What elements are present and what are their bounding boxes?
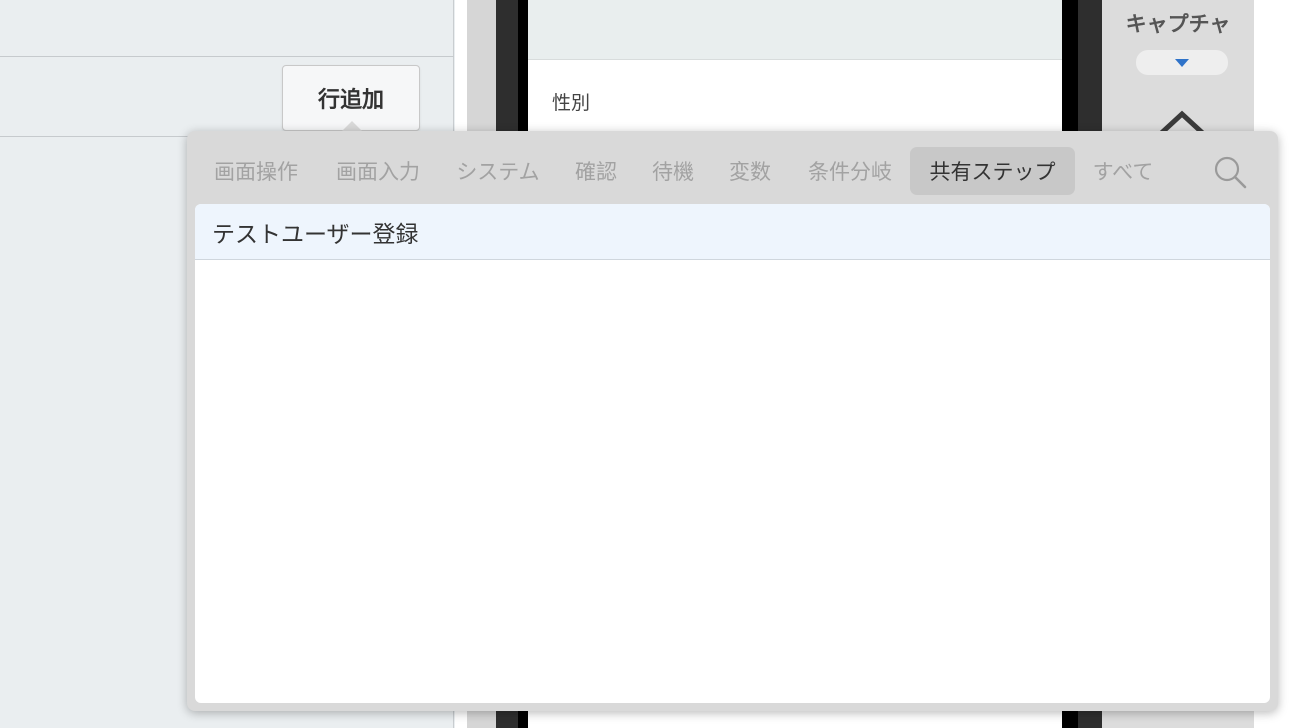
- tab-shared-steps[interactable]: 共有ステップ: [910, 147, 1075, 195]
- device-screen-header: [528, 0, 1062, 60]
- tab-screen-input[interactable]: 画面入力: [321, 147, 435, 195]
- category-tabs: 画面操作 画面入力 システム 確認 待機 変数 条件分岐 共有ステップ すべて: [187, 147, 1278, 195]
- capture-title: キャプチャ: [1125, 12, 1231, 36]
- caret-down-icon: [1175, 58, 1189, 67]
- search-icon[interactable]: [1213, 155, 1247, 189]
- tab-wait[interactable]: 待機: [639, 147, 707, 195]
- row-divider: [0, 56, 454, 57]
- tab-all[interactable]: すべて: [1081, 147, 1165, 195]
- tab-confirm[interactable]: 確認: [561, 147, 631, 195]
- tab-conditional[interactable]: 条件分岐: [793, 147, 907, 195]
- list-item[interactable]: テストユーザー登録: [195, 204, 1270, 260]
- step-picker-popup: 画面操作 画面入力 システム 確認 待機 変数 条件分岐 共有ステップ すべて …: [187, 131, 1278, 711]
- tab-system[interactable]: システム: [443, 147, 553, 195]
- tab-screen-operation[interactable]: 画面操作: [199, 147, 313, 195]
- gender-field-label: 性別: [552, 92, 591, 114]
- shared-step-list: テストユーザー登録: [195, 204, 1270, 703]
- capture-dropdown[interactable]: [1136, 50, 1228, 75]
- tab-variables[interactable]: 変数: [715, 147, 785, 195]
